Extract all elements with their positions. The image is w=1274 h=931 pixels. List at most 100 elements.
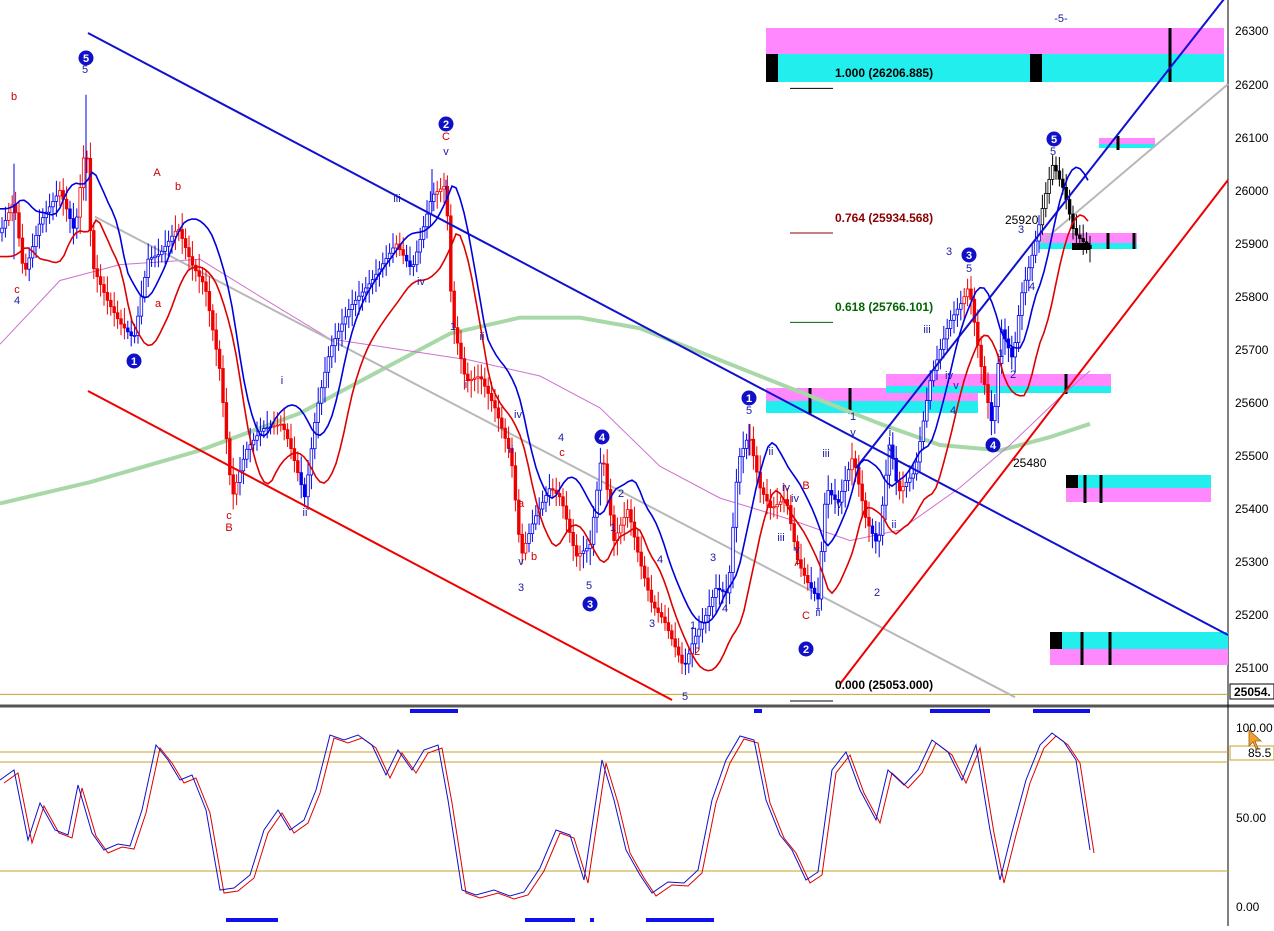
oscillator-axis[interactable]: 100.00 85.5 50.00 0.00 [1229,721,1274,914]
candle-body-198 [673,638,677,648]
wave-circle-label-2: 2 [443,119,449,131]
candle-body-197 [670,630,674,640]
price-tick-26000: 26000 [1235,184,1269,198]
candle-body-300 [1020,292,1024,316]
candle-body-121 [411,264,416,267]
candle-body-319 [1084,241,1089,246]
wave-label-33: 3 [710,552,716,564]
candle-body-30 [102,284,106,293]
candle-body-309 [1050,164,1055,180]
wave-label-37: ii [769,446,774,458]
candle-body-224 [761,487,766,495]
wave-label-0: 5 [82,64,88,76]
candle-body-116 [394,243,399,249]
candle-body-228 [775,503,779,508]
candle-body-161 [547,488,552,496]
price-tick-25900: 25900 [1235,237,1269,251]
wave-label-52: ii [892,519,897,531]
candle-body-148 [503,427,507,439]
candle-body-132 [449,215,453,292]
wave-label-5: b [175,181,181,193]
candle-body-92 [313,422,317,450]
wave-label-39: iv [791,493,799,505]
candle-body-86 [292,448,297,462]
candle-body-2 [7,212,11,221]
candle-body-238 [809,582,813,589]
candle-body-138 [469,378,473,382]
candle-body-160 [544,495,548,503]
candle-body-87 [296,460,300,474]
elliott-wave-chart[interactable]: 51243123455bc4AbacBiiiiiiivCv1iiiiiiv4ca… [0,0,1274,926]
candle-body-71 [241,458,246,472]
candle-body-278 [945,328,949,340]
wave-label-65: -5- [1054,13,1068,25]
candle-body-280 [952,314,956,321]
candle-body-21 [71,218,76,229]
candle-body-95 [323,371,327,389]
candle-body-81 [275,424,280,427]
wave-label-43: A [794,557,802,569]
price-axis[interactable]: 26300 26200 26100 26000 25900 25800 2570… [1229,24,1274,700]
candle-body-146 [496,407,501,419]
candle-body-166 [564,505,569,520]
zone-box-0 [766,28,1224,54]
wave-label-7: c [226,510,232,522]
price-panel[interactable] [0,0,1228,704]
price-tick-25200: 25200 [1235,608,1269,622]
candle-body-49 [166,240,171,247]
candle-body-19 [64,198,69,210]
candle-body-103 [350,303,354,310]
candle-body-244 [829,490,834,496]
wave-label-29: 4 [657,554,663,566]
candle-body-200 [680,654,684,664]
candle-body-316 [1074,228,1079,236]
wave-label-13: C [442,131,450,143]
candle-body-239 [812,587,817,594]
candle-body-10 [34,234,38,248]
zone-marker-1 [1030,54,1042,82]
candle-body-242 [823,503,827,553]
candle-body-89 [302,484,307,498]
candle-body-129 [438,188,443,193]
candle-body-225 [765,494,769,502]
candle-body-282 [959,303,963,310]
zone-box-11 [1066,488,1211,502]
candle-body-142 [483,378,487,387]
candle-body-189 [642,565,647,579]
candle-body-258 [877,534,881,542]
candle-body-255 [867,517,871,527]
wave-label-48: 1 [850,411,856,423]
candle-body-212 [721,589,725,592]
candle-body-207 [704,614,708,623]
candle-body-115 [391,247,395,254]
candle-body-88 [299,472,303,486]
candle-body-253 [860,483,864,502]
candle-body-233 [792,523,796,543]
wave-label-28: 1 [610,522,616,534]
candle-body-299 [1016,315,1021,343]
candle-body-214 [727,572,732,594]
candle-body-249 [846,469,851,481]
wave-label-34: 4 [722,603,728,615]
candle-body-143 [486,385,490,394]
candle-body-250 [850,458,854,471]
candle-body-42 [143,277,147,298]
candle-body-302 [1027,267,1031,281]
candle-body-97 [330,345,334,358]
candle-body-281 [955,308,960,316]
candle-body-284 [965,288,970,298]
wave-circle-label-3: 4 [599,432,606,444]
wave-label-6: a [155,298,162,310]
candle-body-178 [605,463,609,490]
candle-body-80 [272,425,276,428]
wave-label-9: i [281,375,283,387]
osc-tick-0: 0.00 [1236,900,1260,914]
candle-body-78 [265,427,269,430]
candle-body-304 [1033,240,1038,256]
candle-body-39 [132,335,137,337]
candle-body-84 [285,429,290,440]
candle-body-229 [778,501,783,505]
wave-label-63: 4 [1029,281,1035,293]
candle-body-61 [207,291,212,312]
candle-body-53 [180,229,184,239]
